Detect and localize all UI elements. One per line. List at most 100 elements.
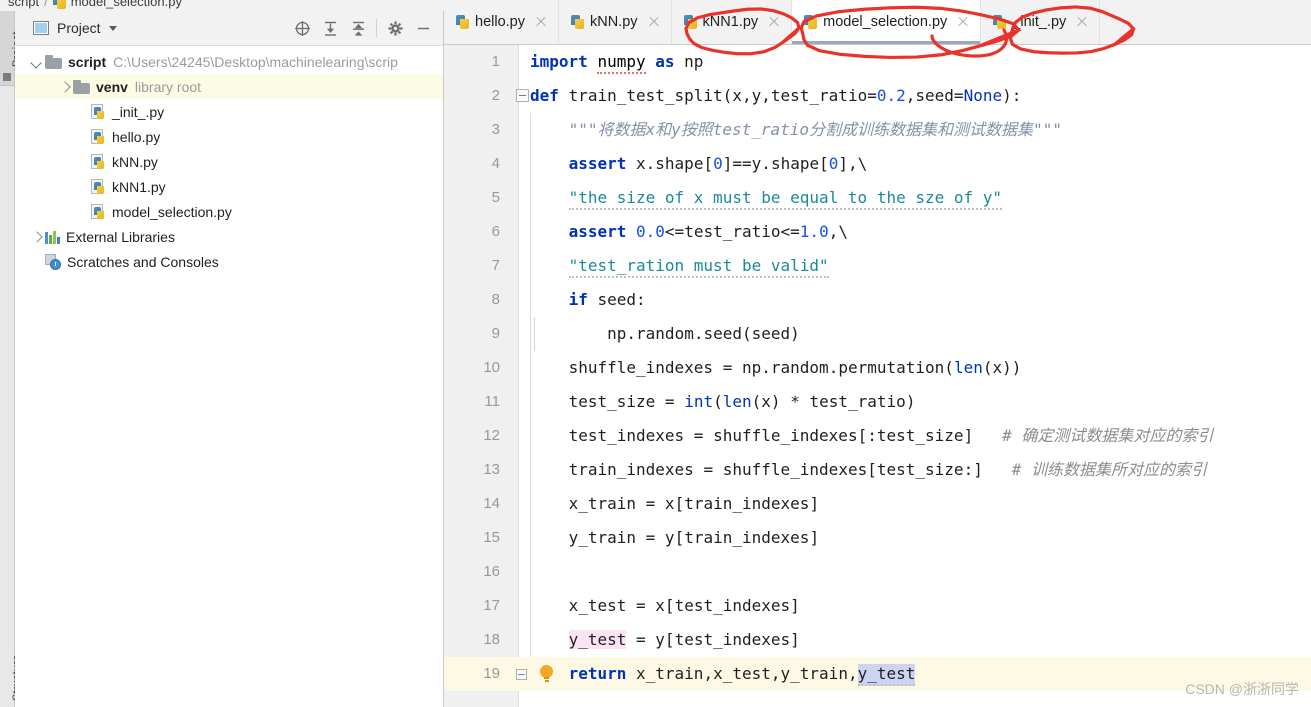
tree-item-hello-py[interactable]: hello.py [15, 124, 443, 149]
tree-item-label: venv [96, 78, 128, 95]
close-icon[interactable] [767, 15, 781, 29]
code-line[interactable]: 19 return x_train,x_test,y_train,y_test [444, 657, 1311, 691]
editor-tab--init-py[interactable]: _init_.py [981, 0, 1101, 44]
tree-item-label: model_selection.py [112, 203, 232, 220]
python-file-icon [91, 203, 107, 220]
code-fold-icon[interactable] [516, 89, 529, 102]
code-line[interactable]: 3 """将数据x和y按照test_ratio分割成训练数据集和测试数据集""" [444, 113, 1311, 147]
code-line[interactable]: 8 if seed: [444, 283, 1311, 317]
expand-all-icon[interactable] [316, 14, 344, 42]
code-fold-end-icon[interactable] [516, 665, 529, 681]
line-number: 12 [483, 427, 500, 444]
collapse-all-icon[interactable] [344, 14, 372, 42]
tree-item-label: kNN.py [112, 153, 158, 170]
line-number: 6 [491, 223, 500, 240]
code-line[interactable]: 14 x_train = x[train_indexes] [444, 487, 1311, 521]
code-line[interactable]: 12 test_indexes = shuffle_indexes[:test_… [444, 419, 1311, 453]
editor-tab-label: model_selection.py [823, 14, 948, 30]
close-icon[interactable] [534, 15, 548, 29]
code-line-text: assert x.shape[0]==y.shape[0],\ [568, 154, 868, 173]
left-tool-strip: Project Structure [0, 11, 23, 707]
code-viewport[interactable]: 1 import numpy as np 2 def train_test_split… [444, 45, 1311, 707]
tree-item-knn1-py[interactable]: kNN1.py [15, 174, 443, 199]
project-tree: script C:\Users\24245\Desktop\machinelear… [15, 46, 443, 274]
tree-item-label: kNN1.py [112, 178, 166, 195]
code-line[interactable]: 4 assert x.shape[0]==y.shape[0],\ [444, 147, 1311, 181]
editor-tab-label: kNN1.py [702, 14, 759, 30]
pycharm-window: script / model_selection.py Project Stru… [0, 0, 1311, 707]
tree-item-scratches-and-consoles[interactable]: Scratches and Consoles [15, 249, 443, 274]
close-icon[interactable] [956, 15, 970, 29]
tree-item-model-selection-py[interactable]: model_selection.py [15, 199, 443, 224]
editor-tab-label: kNN.py [589, 14, 638, 30]
python-file-icon [570, 15, 584, 29]
code-line[interactable]: 6 assert 0.0<=test_ratio<=1.0,\ [444, 215, 1311, 249]
editor-tab-hello-py[interactable]: hello.py [444, 0, 559, 44]
code-line[interactable]: 17 x_test = x[test_indexes] [444, 589, 1311, 623]
tree-item--init-py[interactable]: _init_.py [15, 99, 443, 124]
chevron-right-icon[interactable] [57, 79, 73, 95]
tree-item-venv[interactable]: venv library root [15, 74, 443, 99]
code-line[interactable]: 13 train_indexes = shuffle_indexes[test_… [444, 453, 1311, 487]
project-panel-toolbar [288, 11, 437, 45]
tree-item-script[interactable]: script C:\Users\24245\Desktop\machinelear… [15, 49, 443, 74]
tree-item-external-libraries[interactable]: External Libraries [15, 224, 443, 249]
code-line[interactable]: 7 "test_ration must be valid" [444, 249, 1311, 283]
line-number: 15 [483, 529, 500, 546]
close-icon[interactable] [647, 15, 661, 29]
breadcrumb-file[interactable]: model_selection.py [71, 0, 182, 9]
python-file-icon [52, 0, 66, 9]
tree-item-label: script [68, 53, 107, 70]
indent-guide [530, 555, 531, 589]
code-line-text: x_test = x[test_indexes] [568, 596, 800, 615]
libraries-icon [45, 230, 61, 244]
code-line[interactable]: 1 import numpy as np [444, 45, 1311, 79]
editor-tab-model-selection-py[interactable]: model_selection.py [792, 0, 982, 44]
python-file-icon [91, 103, 107, 120]
editor-area: hello.py kNN.py kNN1.py model_selection.py _… [444, 0, 1311, 707]
code-line-text: "test_ration must be valid" [530, 249, 829, 283]
chevron-down-icon[interactable] [29, 54, 45, 70]
hide-panel-icon[interactable] [409, 14, 437, 42]
line-number: 1 [491, 53, 500, 70]
chevron-down-icon[interactable] [108, 25, 117, 31]
project-panel-header: Project [15, 11, 443, 46]
code-content[interactable]: 1 import numpy as np 2 def train_test_split… [444, 45, 1311, 691]
code-line-text: shuffle_indexes = np.random.permutation(… [568, 358, 1022, 377]
tool-strip-swatch [3, 73, 11, 81]
tree-item-sublabel: C:\Users\24245\Desktop\machinelearing\sc… [113, 53, 398, 70]
tree-item-label: Scratches and Consoles [67, 253, 219, 270]
code-line[interactable]: 5 "the size of x must be equal to the sz… [444, 181, 1311, 215]
code-line-text: np.random.seed(seed) [607, 324, 800, 343]
project-window-icon [33, 21, 49, 35]
line-number: 19 [483, 665, 500, 682]
tree-item-sublabel: library root [134, 78, 202, 95]
code-line[interactable]: 16 [444, 555, 1311, 589]
tree-item-knn-py[interactable]: kNN.py [15, 149, 443, 174]
locate-icon[interactable] [288, 14, 316, 42]
editor-tab-knn-py[interactable]: kNN.py [558, 0, 672, 44]
gear-icon[interactable] [381, 14, 409, 42]
python-file-icon [91, 153, 107, 170]
code-line[interactable]: 11 test_size = int(len(x) * test_ratio) [444, 385, 1311, 419]
chevron-right-icon[interactable] [29, 229, 45, 245]
scratches-icon [45, 253, 62, 270]
code-line[interactable]: 15 y_train = y[train_indexes] [444, 521, 1311, 555]
watermark: CSDN @浙浙同学 [1185, 681, 1299, 697]
code-line[interactable]: 10 shuffle_indexes = np.random.permutati… [444, 351, 1311, 385]
editor-tab-knn1-py[interactable]: kNN1.py [671, 0, 793, 44]
code-line[interactable]: 9 np.random.seed(seed) [444, 317, 1311, 351]
line-number: 10 [483, 359, 500, 376]
line-number: 13 [483, 461, 500, 478]
code-line-text: def train_test_split(x,y,test_ratio=0.2,… [530, 86, 1022, 105]
code-line[interactable]: 2 def train_test_split(x,y,test_ratio=0.2… [444, 79, 1311, 113]
line-number: 11 [484, 393, 500, 410]
close-icon[interactable] [1075, 15, 1089, 29]
breadcrumb-root[interactable]: script [8, 0, 39, 9]
code-line-text: test_size = int(len(x) * test_ratio) [568, 392, 916, 411]
project-panel-title: Project [57, 20, 101, 36]
code-line[interactable]: 18 y_test = y[test_indexes] [444, 623, 1311, 657]
python-file-icon [683, 15, 697, 29]
